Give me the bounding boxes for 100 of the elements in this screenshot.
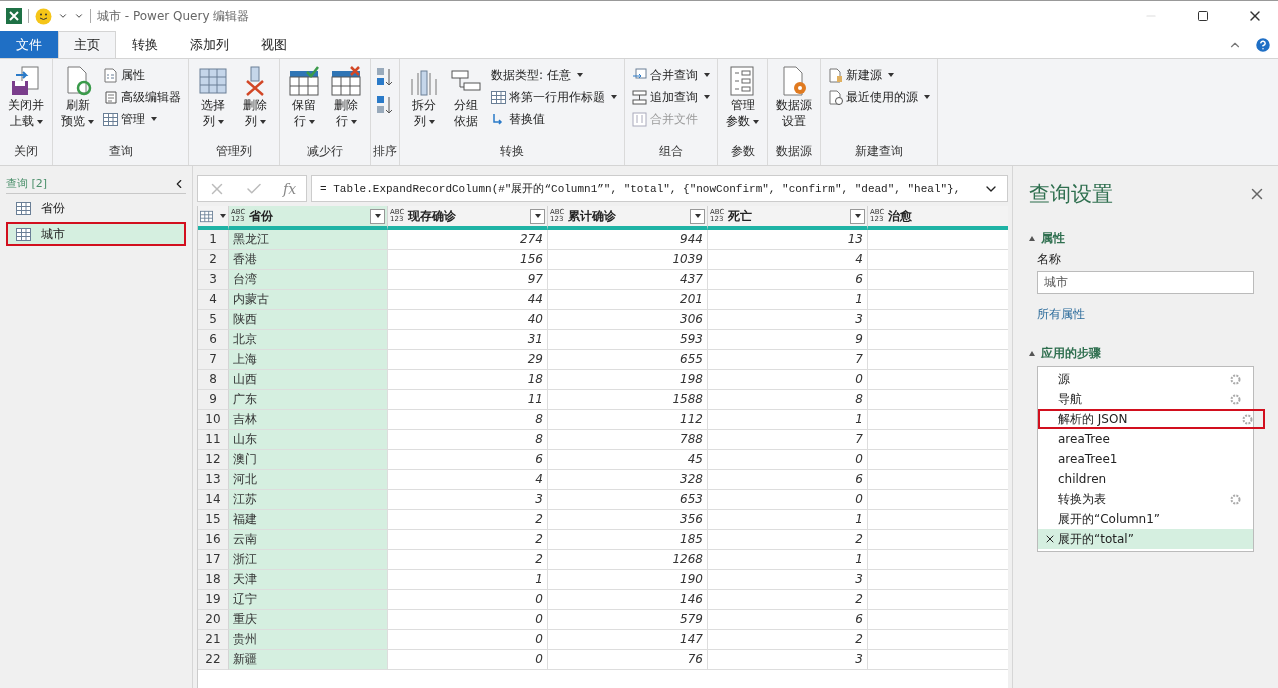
table-cell: 579 — [548, 610, 708, 630]
ribbon-button[interactable]: 选择 列 — [194, 63, 232, 143]
table-cell: 天津 — [229, 570, 388, 590]
customize-toolbar-icon[interactable] — [74, 11, 84, 21]
all-properties-link[interactable]: 所有属性 — [1037, 306, 1266, 323]
ribbon-button[interactable]: 删除 列 — [236, 63, 274, 143]
table-cell: 1 — [388, 570, 548, 590]
query-item[interactable]: 省份 — [6, 196, 186, 220]
delete-step-icon[interactable] — [1044, 533, 1056, 545]
applied-step[interactable]: 导航 — [1038, 389, 1253, 409]
table-cell: 147 — [548, 630, 708, 650]
table-icon — [16, 201, 31, 215]
table-cell: 贵州 — [229, 630, 388, 650]
combine-files-icon — [632, 111, 647, 127]
smiley-icon — [35, 7, 52, 25]
gear-icon — [1230, 493, 1241, 505]
table-cell: 云南 — [229, 530, 388, 550]
table-cell: 0 — [388, 630, 548, 650]
filter-button[interactable] — [850, 208, 865, 224]
table-menu-button[interactable] — [198, 206, 229, 230]
applied-step[interactable]: children — [1038, 469, 1253, 489]
table-cell: 6 — [708, 610, 868, 630]
table-cell: 3 — [388, 490, 548, 510]
table-cell: 0 — [708, 370, 868, 390]
applied-step[interactable]: 源 — [1038, 369, 1253, 389]
table-cell: 重庆 — [229, 610, 388, 630]
sort-ascending-icon — [376, 67, 394, 87]
group-label: 查询 — [108, 143, 133, 160]
ribbon-button[interactable]: 数据类型: 任意 — [489, 65, 619, 85]
table-cell: 浙江 — [229, 550, 388, 570]
table-cell: 593 — [548, 330, 708, 350]
section-title: 属性 — [1041, 230, 1065, 247]
table-icon — [16, 227, 31, 241]
table-cell: 45 — [548, 450, 708, 470]
table-cell: 653 — [548, 490, 708, 510]
window-title: 城市 - Power Query 编辑器 — [97, 7, 251, 25]
table-cell: 香港 — [229, 250, 388, 270]
row-number: 19 — [198, 590, 229, 610]
ribbon-button[interactable]: 新建源 — [826, 65, 932, 85]
queries-title: 查询 [2] — [6, 176, 48, 191]
table-cell: 8 — [708, 390, 868, 410]
group-label: 排序 — [373, 143, 397, 160]
row-number: 20 — [198, 610, 229, 630]
help-icon[interactable] — [1254, 36, 1272, 54]
ribbon-button[interactable]: 数据源 设置 — [773, 63, 815, 143]
function-label[interactable]: fx — [283, 180, 297, 197]
table-cell: 0 — [388, 590, 548, 610]
ribbon-button[interactable]: 属性 — [101, 65, 183, 85]
group-label: 参数 — [730, 143, 755, 160]
ribbon-button[interactable]: 管理 — [101, 109, 183, 129]
ribbon-button[interactable]: 高级编辑器 — [101, 87, 183, 107]
pane-title: 查询设置 — [1029, 181, 1113, 208]
table-cell: 2 — [388, 530, 548, 550]
table-cell: 山东 — [229, 430, 388, 450]
applied-step[interactable]: 展开的“total” — [1038, 529, 1253, 549]
name-field[interactable]: 城市 — [1037, 271, 1254, 294]
filter-button[interactable] — [530, 208, 545, 224]
table-icon — [103, 112, 118, 126]
table-cell: 437 — [548, 270, 708, 290]
table-cell: 788 — [548, 430, 708, 450]
query-item[interactable]: 城市 — [6, 222, 186, 246]
table-cell: 黑龙江 — [229, 230, 388, 250]
ribbon-button[interactable]: 替换值 — [489, 109, 619, 129]
ribbon-button[interactable]: 合并查询 — [630, 65, 712, 85]
applied-step[interactable]: areaTree — [1038, 429, 1253, 449]
table-cell: 1588 — [548, 390, 708, 410]
table-cell: 31 — [388, 330, 548, 350]
table-cell: 0 — [708, 490, 868, 510]
table-cell: 97 — [388, 270, 548, 290]
ribbon-button[interactable]: 删除 行 — [327, 63, 365, 143]
ribbon-button[interactable]: 分组 依据 — [447, 63, 485, 143]
applied-step[interactable]: 解析的 JSON — [1038, 409, 1265, 429]
group-label: 新建查询 — [855, 143, 903, 160]
ribbon-button[interactable]: 将第一行用作标题 — [489, 87, 619, 107]
filter-button[interactable] — [370, 208, 385, 224]
applied-step[interactable]: areaTree1 — [1038, 449, 1253, 469]
table-cell: 3 — [708, 310, 868, 330]
ribbon-button[interactable]: 刷新 预览 — [58, 63, 97, 143]
ribbon-button[interactable]: 关闭并 上载 — [5, 63, 47, 143]
ribbon-button[interactable]: 拆分 列 — [405, 63, 443, 143]
ribbon-button[interactable]: 保留 行 — [285, 63, 323, 143]
properties-icon — [103, 67, 118, 83]
file-tab[interactable]: 文件 — [0, 31, 58, 58]
delete-rows-icon — [330, 65, 362, 97]
group-label: 关闭 — [14, 143, 38, 160]
ribbon-button[interactable]: 管理 参数 — [723, 63, 762, 143]
table-cell: 吉林 — [229, 410, 388, 430]
ribbon-button[interactable]: 最近使用的源 — [826, 87, 932, 107]
group-label: 组合 — [659, 143, 683, 160]
section-title: 应用的步骤 — [1041, 345, 1101, 362]
applied-step[interactable]: 展开的“Column1” — [1038, 509, 1253, 529]
formula-field[interactable]: = Table.ExpandRecordColumn(#"展开的“Column1”", "total", {"nowConfirm", "confirm", "dead", "heal"}, — [311, 175, 1008, 202]
group-label: 转换 — [500, 143, 524, 160]
applied-step[interactable]: 转换为表 — [1038, 489, 1253, 509]
row-number: 7 — [198, 350, 229, 370]
filter-button[interactable] — [690, 208, 705, 224]
ribbon-button[interactable]: 追加查询 — [630, 87, 712, 107]
table-cell: 8 — [388, 410, 548, 430]
dropdown-icon[interactable] — [58, 11, 68, 21]
ribbon-tab[interactable]: 主页 — [58, 31, 116, 58]
